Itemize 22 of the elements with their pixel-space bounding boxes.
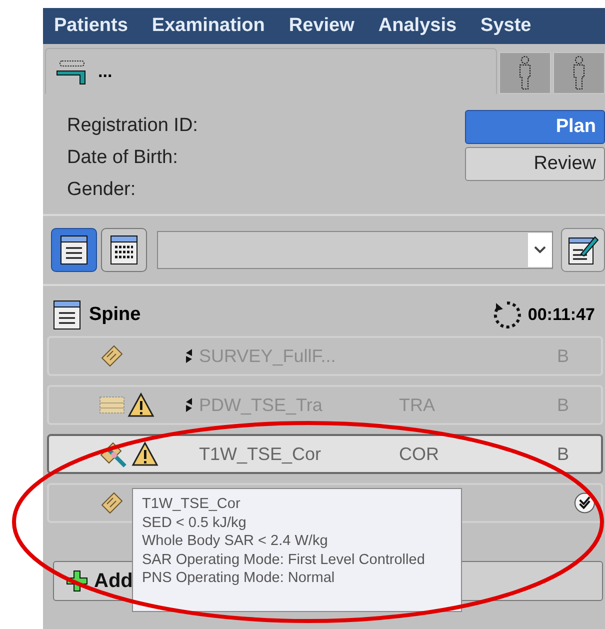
scan-orientation: COR (399, 444, 439, 464)
scan-name: T1W_TSE_Cor (199, 444, 322, 464)
menu-item[interactable]: Review (288, 15, 354, 37)
info-label: Registration ID: (67, 114, 198, 138)
tooltip-line: T1W_TSE_Cor (142, 495, 242, 514)
tooltip-line: SED < 0.5 kJ/kg (142, 514, 248, 532)
info-label: Gender: (67, 178, 137, 202)
scan-row[interactable]: T1W_TSE_Cor COR B (47, 434, 603, 474)
tooltip-line: SAR Operating Mode: First Level Controlled (142, 550, 426, 569)
mode-button[interactable]: Plan (465, 110, 605, 144)
tooltip-line: Whole Body SAR < 2.4 W/kg (142, 532, 329, 550)
tooltip-line: PNS Operating Mode: Normal (142, 569, 336, 588)
mode-button[interactable]: Review (465, 147, 605, 181)
patient-tab[interactable]: ... (45, 48, 497, 94)
menu-item[interactable]: Syste (480, 15, 532, 37)
menu-item[interactable]: Patients (54, 15, 128, 37)
scan-coil: B (557, 444, 570, 464)
menu-item[interactable]: Examination (152, 15, 265, 37)
menu-item[interactable]: Analysis (378, 15, 457, 37)
exam-duration: 00:11:47 (528, 305, 595, 325)
info-label: Date of Birth: (67, 146, 179, 170)
exam-title: Spine (89, 304, 142, 326)
